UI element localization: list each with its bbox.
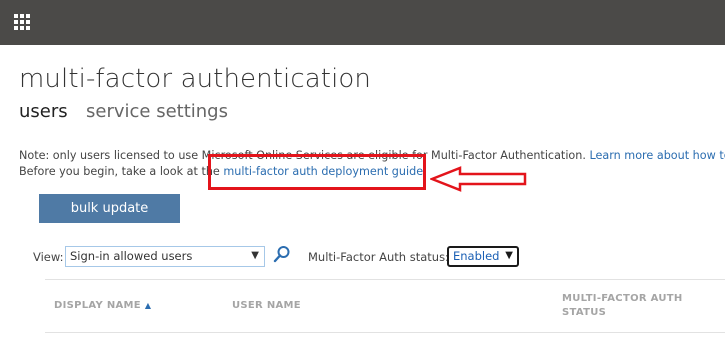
- column-header-display-name-label: DISPLAY NAME: [54, 300, 141, 311]
- waffle-grid-icon[interactable]: [14, 14, 30, 30]
- table-divider: [45, 332, 725, 333]
- chevron-down-icon: ▼: [251, 250, 259, 261]
- bulk-update-button[interactable]: bulk update: [39, 194, 180, 223]
- tab-users[interactable]: users: [19, 101, 68, 122]
- view-selected-value: Sign-in allowed users: [70, 249, 193, 263]
- sort-ascending-icon: ▲: [144, 301, 152, 310]
- search-icon[interactable]: [273, 245, 291, 263]
- mfa-status-label: Multi-Factor Auth status:: [308, 250, 449, 264]
- table-divider: [45, 279, 725, 280]
- column-header-mfa-status[interactable]: MULTI-FACTOR AUTH STATUS: [562, 292, 692, 320]
- left-arrow-icon: [430, 166, 527, 192]
- top-bar: [0, 0, 725, 45]
- mfa-status-dropdown[interactable]: Enabled ▼: [447, 246, 519, 267]
- page-title: multi-factor authentication: [19, 64, 371, 94]
- column-header-user-name[interactable]: USER NAME: [232, 299, 301, 313]
- tab-service-settings[interactable]: service settings: [86, 101, 228, 122]
- mfa-status-selected-value: Enabled: [453, 249, 500, 263]
- chevron-down-icon: ▼: [505, 250, 513, 261]
- column-header-display-name[interactable]: DISPLAY NAME ▲: [54, 299, 151, 313]
- red-highlight-box: [208, 154, 426, 190]
- view-label: View:: [33, 250, 64, 264]
- deployment-note-text: Before you begin, take a look at the: [19, 165, 224, 178]
- learn-more-link[interactable]: Learn more about how to lic: [589, 149, 725, 162]
- view-dropdown[interactable]: Sign-in allowed users ▼: [65, 246, 265, 267]
